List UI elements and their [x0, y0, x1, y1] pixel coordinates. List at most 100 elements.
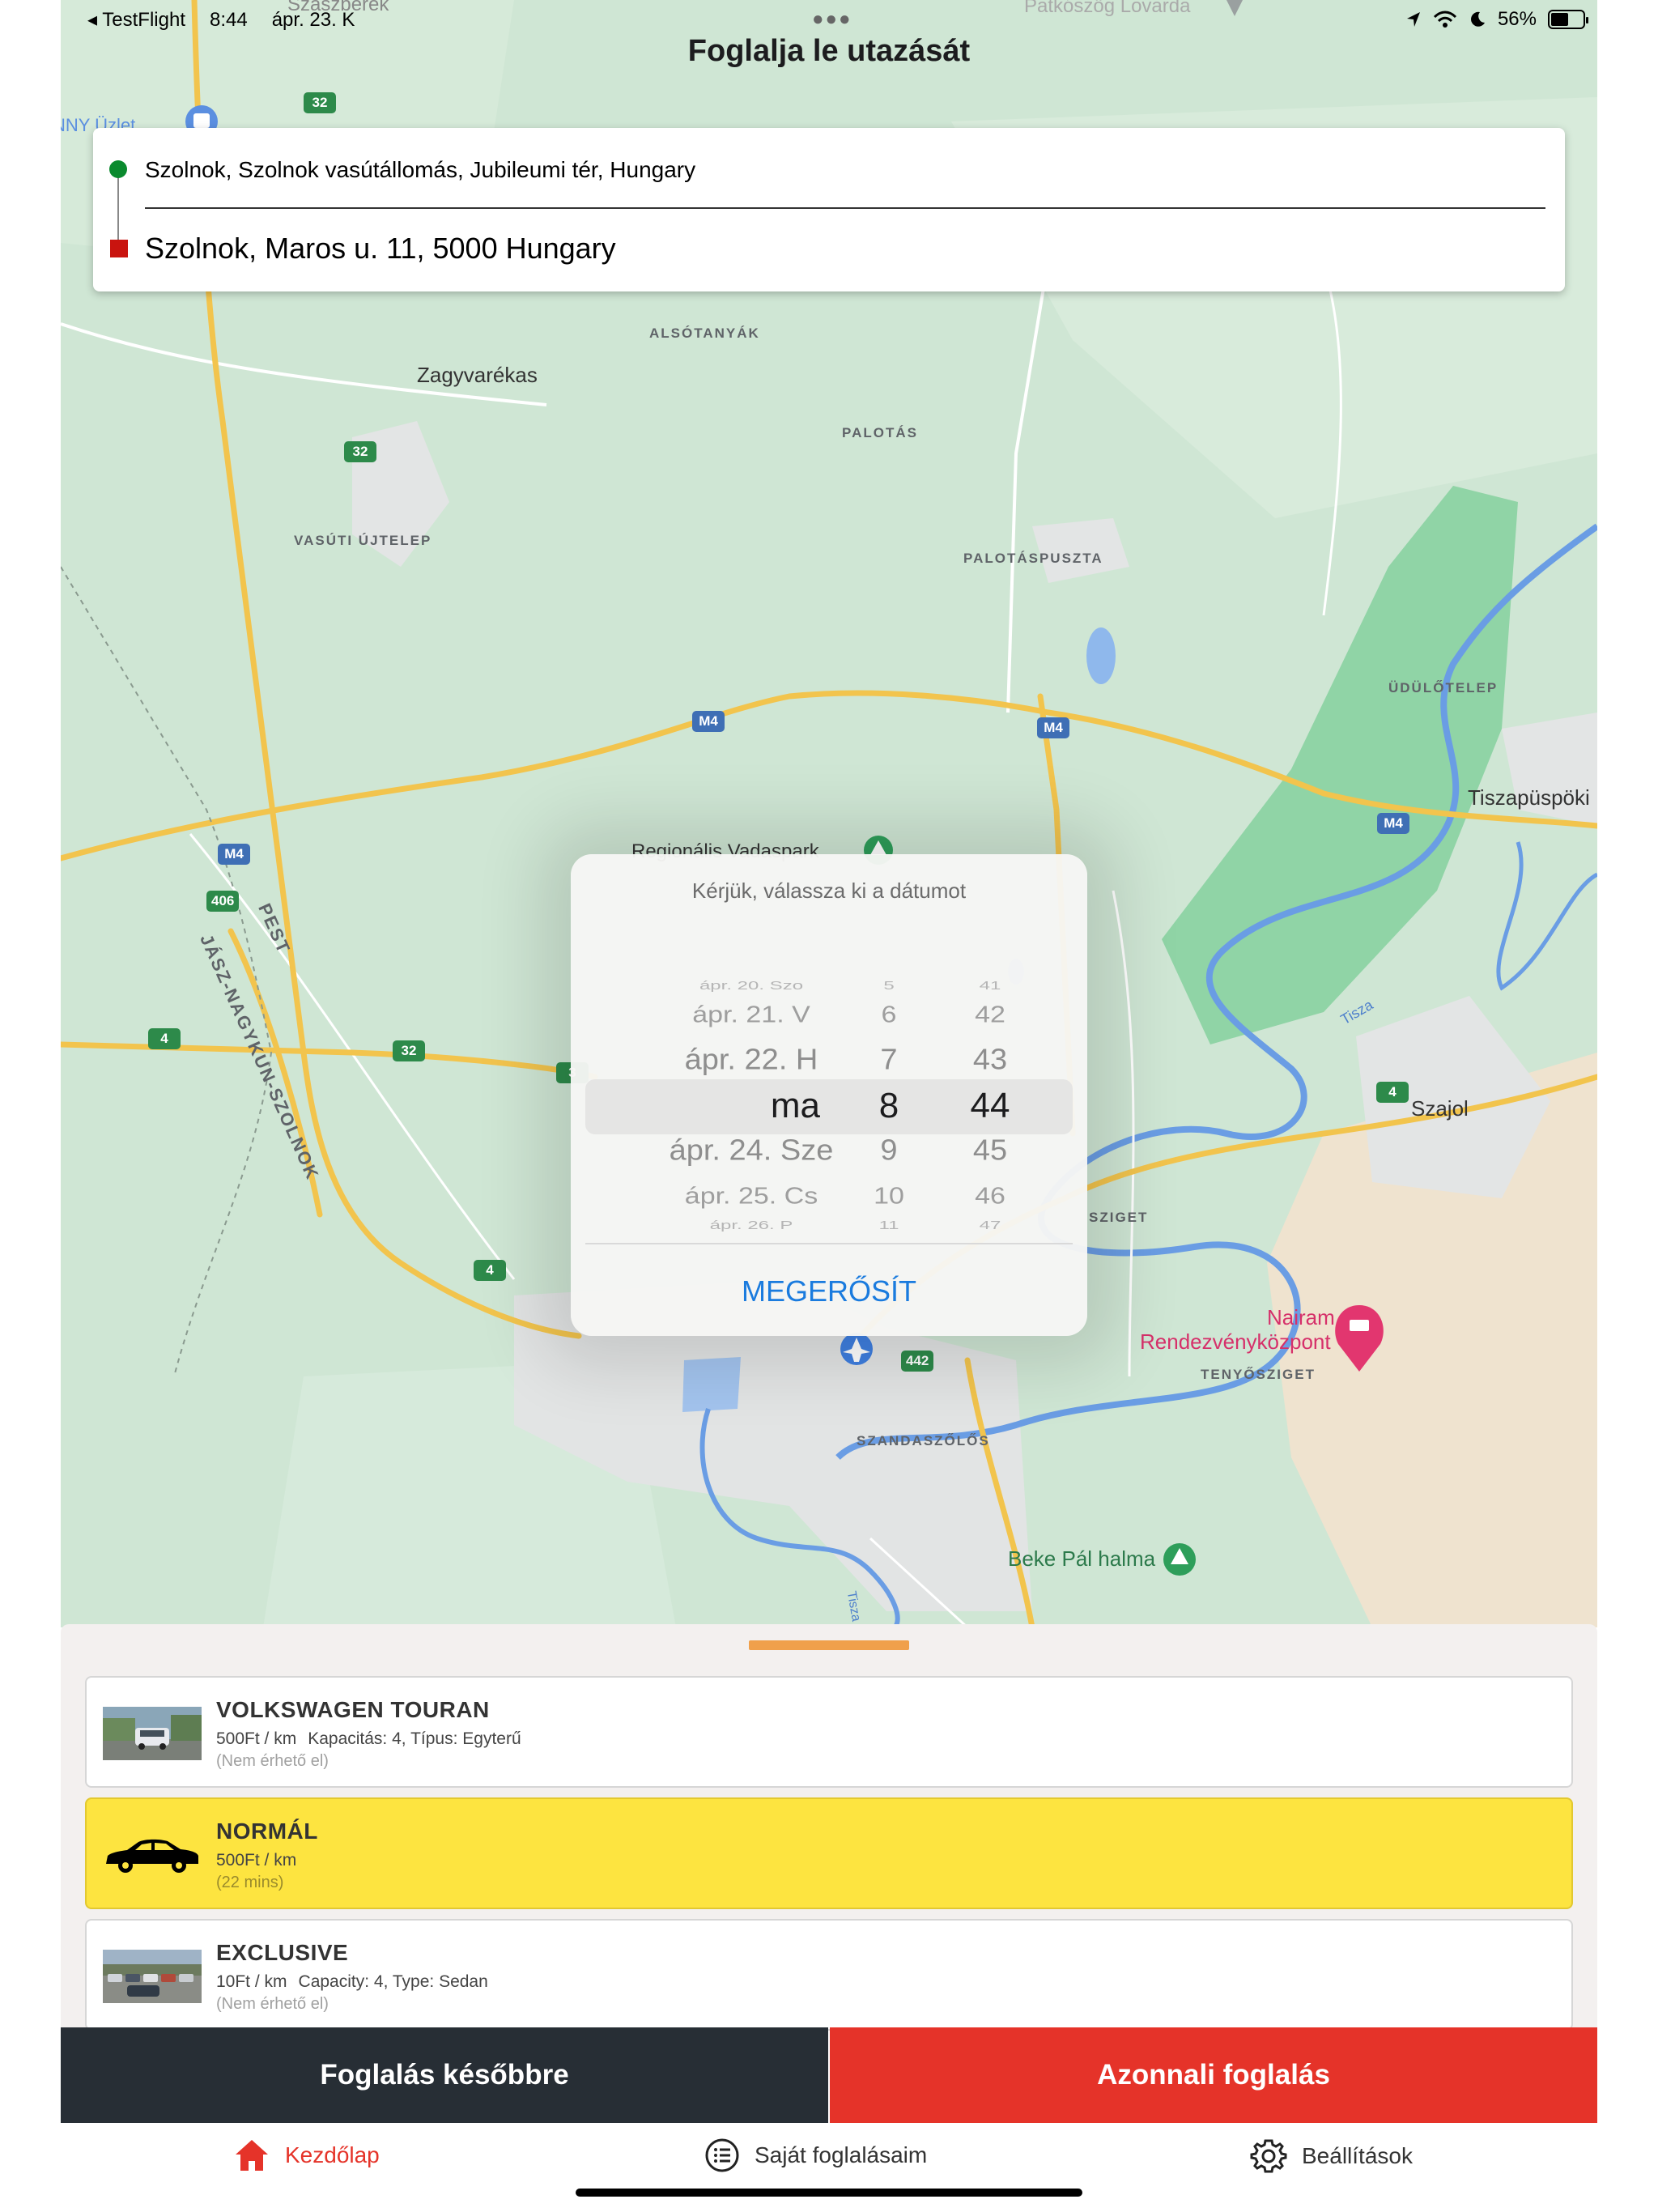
ride-option-exclusive[interactable]: EXCLUSIVE 10Ft / km Capacity: 4, Type: Se… — [85, 1919, 1573, 2031]
moon-icon — [1471, 11, 1485, 27]
tab-bar: Kezdőlap Saját foglalásaim Beállítások — [0, 2123, 1658, 2212]
picker-minute: 47 — [979, 1219, 1001, 1232]
road-shield-m4: M4 — [1377, 813, 1409, 834]
book-now-button[interactable]: Azonnali foglalás — [830, 2027, 1597, 2123]
map-label-szandaszolos: SZANDASZŐLŐS — [857, 1433, 990, 1448]
map-label-tiszapuspoki: Tiszapüspöki — [1468, 785, 1590, 810]
picker-hour: 5 — [883, 979, 895, 993]
picker-day: ápr. 22. H — [684, 1044, 818, 1077]
map-label-udulotelep: ÜDÜLŐTELEP — [1388, 680, 1499, 696]
route-divider — [145, 207, 1545, 209]
picker-minute: 46 — [975, 1183, 1005, 1210]
ride-specs: Kapacitás: 4, Típus: Egyterű — [308, 1729, 521, 1748]
picker-hour: 8 — [878, 1086, 899, 1125]
ride-option-volkswagen-touran[interactable]: VOLKSWAGEN TOURAN 500Ft / km Kapacitás: 4… — [85, 1676, 1573, 1788]
map-label-zagyvarekas: Zagyvarékas — [417, 363, 538, 387]
map-label-szajol: Szajol — [1411, 1096, 1469, 1121]
road-shield-406: 406 — [206, 891, 240, 912]
route-connector-line — [117, 170, 119, 245]
tab-label: Beállítások — [1302, 2143, 1413, 2168]
road-shield-4: 4 — [1376, 1082, 1409, 1103]
picker-minute: 43 — [972, 1044, 1008, 1077]
ride-availability: (Nem érhető el) — [216, 1995, 329, 2013]
tab-my-bookings[interactable]: Saját foglalásaim — [704, 2138, 927, 2173]
tab-home[interactable]: Kezdőlap — [233, 2138, 380, 2173]
list-icon — [705, 2138, 739, 2172]
picker-day: ápr. 20. Szo — [699, 979, 804, 993]
origin-marker-icon — [109, 160, 127, 178]
road-shield-m4: M4 — [1037, 717, 1069, 738]
picker-day: ápr. 21. V — [692, 1002, 810, 1028]
back-to-testflight[interactable]: ◂ TestFlight — [87, 8, 185, 32]
home-indicator — [576, 2189, 1082, 2197]
map-label-beke-pal-halma: Beke Pál halma — [1008, 1546, 1156, 1571]
picker-row[interactable]: ápr. 26. P 11 47 — [585, 1219, 1073, 1234]
road-shield-32: 32 — [304, 92, 336, 113]
app-screen: ALSÓTANYÁK Zagyvarékas PALOTÁS VASÚTI ÚJ… — [0, 0, 1658, 2212]
picker-row[interactable]: ápr. 22. H 7 43 — [585, 1044, 1073, 1079]
status-time: 8:44 — [209, 8, 248, 31]
road-shield-m4: M4 — [218, 844, 250, 865]
picker-hour: 6 — [881, 1002, 897, 1028]
picker-minute: 44 — [970, 1086, 1010, 1125]
minivan-photo — [103, 1707, 202, 1760]
status-date: ápr. 23. K — [271, 8, 355, 31]
picker-row[interactable]: ápr. 21. V 6 42 — [585, 1002, 1073, 1031]
picker-row[interactable]: ma 8 44 — [585, 1086, 1073, 1128]
date-time-wheel[interactable]: ápr. 20. Szo 5 41 ápr. 21. V 6 42 ápr. 22. H 7 4… — [585, 923, 1073, 1247]
ride-availability: (Nem érhető el) — [216, 1752, 329, 1770]
ride-price: 500Ft / km — [216, 1729, 297, 1748]
picker-day: ma — [770, 1086, 820, 1125]
picker-hour: 10 — [874, 1183, 904, 1210]
battery-icon — [1548, 10, 1588, 29]
ride-details: 500Ft / km — [216, 1851, 308, 1870]
picker-divider — [585, 1243, 1073, 1244]
ride-eta: (22 mins) — [216, 1874, 284, 1891]
picker-hour: 11 — [878, 1219, 899, 1232]
map-label-nairam-rendezvenykozpont: Rendezvényközpont — [1140, 1329, 1331, 1354]
tab-label: Saját foglalásaim — [755, 2142, 928, 2167]
sheet-drag-handle[interactable] — [749, 1640, 909, 1650]
destination-address-field[interactable]: Szolnok, Maros u. 11, 5000 Hungary — [145, 232, 616, 266]
road-shield-4: 4 — [148, 1028, 181, 1049]
ride-specs: Capacity: 4, Type: Sedan — [298, 1972, 488, 1991]
ride-option-normal[interactable]: NORMÁL 500Ft / km (22 mins) — [85, 1797, 1573, 1909]
confirm-button[interactable]: MEGERŐSÍT — [571, 1251, 1087, 1332]
picker-minute: 42 — [975, 1002, 1005, 1028]
map-label-palotas: PALOTÁS — [842, 425, 918, 440]
picker-hour: 7 — [880, 1044, 898, 1077]
road-shield-442: 442 — [901, 1351, 934, 1372]
multitasking-dots-icon[interactable]: ●●● — [812, 8, 852, 31]
origin-address-field[interactable]: Szolnok, Szolnok vasútállomás, Jubileumi… — [145, 157, 695, 183]
picker-hour: 9 — [880, 1134, 898, 1168]
map-label-vasuti-ujtelep: VASÚTI ÚJTELEP — [294, 533, 432, 548]
map-label-nairam: Nairam — [1267, 1305, 1335, 1329]
picker-row[interactable]: ápr. 24. Sze 9 45 — [585, 1134, 1073, 1170]
ride-price: 500Ft / km — [216, 1851, 297, 1870]
road-shield-m4: M4 — [692, 711, 725, 732]
picker-row[interactable]: ápr. 25. Cs 10 46 — [585, 1183, 1073, 1212]
picker-minute: 45 — [972, 1134, 1008, 1168]
ride-details: 500Ft / km Kapacitás: 4, Típus: Egyterű — [216, 1729, 521, 1749]
ride-name: EXCLUSIVE — [216, 1940, 349, 1965]
map-label-sziget: SZIGET — [1089, 1210, 1149, 1225]
picker-row[interactable]: ápr. 20. Szo 5 41 — [585, 979, 1073, 994]
ride-name: NORMÁL — [216, 1819, 318, 1844]
map-label-palotaspuszta: PALOTÁSPUSZTA — [963, 551, 1103, 566]
ride-details: 10Ft / km Capacity: 4, Type: Sedan — [216, 1972, 488, 1992]
gear-icon — [1250, 2139, 1287, 2173]
destination-marker-icon — [110, 240, 128, 257]
picker-minute: 41 — [979, 979, 1001, 993]
picker-day: ápr. 24. Sze — [669, 1134, 834, 1168]
date-picker-modal: Kérjük, válassza ki a dátumot ápr. 20. S… — [571, 854, 1087, 1336]
ride-options-sheet: VOLKSWAGEN TOURAN 500Ft / km Kapacitás: 4… — [61, 1624, 1597, 2031]
battery-percent: 56% — [1497, 8, 1537, 30]
ride-name: VOLKSWAGEN TOURAN — [216, 1697, 490, 1722]
picker-day: ápr. 26. P — [709, 1219, 793, 1232]
map-label-alsotanyak: ALSÓTANYÁK — [649, 325, 760, 341]
tab-settings[interactable]: Beállítások — [1250, 2138, 1413, 2175]
book-later-button[interactable]: Foglalás későbbre — [61, 2027, 828, 2123]
map-label-tenyosziget: TENYŐSZIGET — [1201, 1367, 1316, 1382]
road-shield-4: 4 — [474, 1260, 506, 1281]
location-arrow-icon — [1406, 12, 1420, 27]
